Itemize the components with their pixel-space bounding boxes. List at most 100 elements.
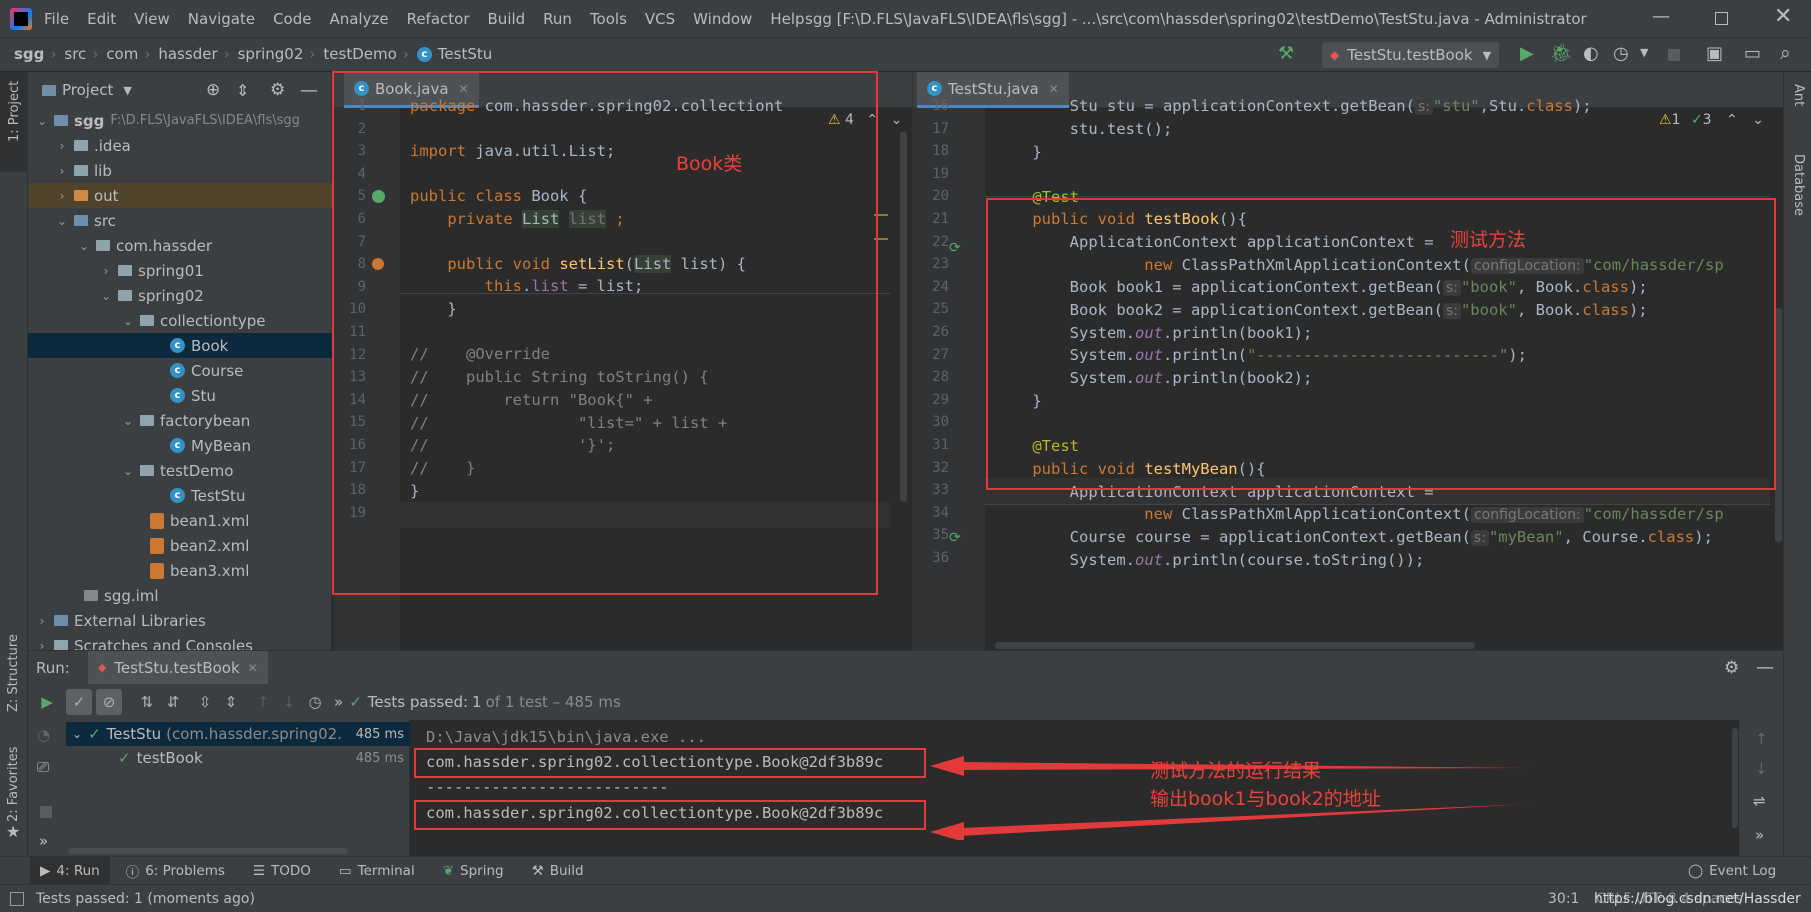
hide-icon[interactable]: —: [1756, 657, 1774, 678]
warning-indicator[interactable]: ⚠ 4 ⌃ ⌄: [828, 112, 902, 128]
coverage-icon[interactable]: ◐: [1583, 43, 1599, 64]
caret-position[interactable]: 30:1: [1548, 891, 1579, 907]
menu-help[interactable]: Help: [770, 10, 804, 28]
menu-view[interactable]: View: [134, 10, 170, 28]
tree-item-course[interactable]: c Course: [28, 358, 332, 383]
tree-item-idea[interactable]: › .idea: [28, 133, 332, 158]
stop-icon[interactable]: [40, 806, 52, 818]
close-icon[interactable]: ✕: [248, 661, 258, 675]
layout-icon[interactable]: ▭: [1744, 43, 1761, 64]
locate-icon[interactable]: ⊕: [206, 80, 220, 100]
previous-failed-icon[interactable]: ↑: [250, 689, 276, 715]
show-passed-icon[interactable]: ✓: [66, 689, 92, 715]
stop-icon[interactable]: [1668, 49, 1680, 61]
close-icon[interactable]: ✕: [1049, 82, 1059, 96]
breadcrumb-testdemo[interactable]: testDemo: [323, 45, 396, 63]
project-header-label[interactable]: Project: [62, 81, 113, 99]
show-ignored-icon[interactable]: ⊘: [96, 689, 122, 715]
tree-item-spring02[interactable]: ⌄ spring02: [28, 283, 332, 308]
debug-icon[interactable]: 🐞︎: [1550, 43, 1573, 64]
rerun-icon[interactable]: ▶: [34, 689, 60, 715]
next-failed-icon[interactable]: ↓: [276, 689, 302, 715]
more-icon[interactable]: »: [39, 832, 48, 850]
tree-item-testdemo[interactable]: ⌄ testDemo: [28, 458, 332, 483]
tree-item-bean2-xml[interactable]: bean2.xml: [28, 533, 332, 558]
menu-build[interactable]: Build: [488, 10, 526, 28]
tree-item-factorybean[interactable]: ⌄ factorybean: [28, 408, 332, 433]
close-icon[interactable]: ✕: [459, 82, 469, 96]
console-scrollbar[interactable]: [1732, 728, 1738, 828]
test-tree-item[interactable]: ✓ testBook 485 ms: [66, 746, 410, 770]
chevron-down-icon[interactable]: ▼: [123, 84, 131, 97]
project-strip-tab[interactable]: 1: Project: [0, 72, 28, 172]
scrollbar[interactable]: [900, 132, 907, 502]
tree-item-out[interactable]: › out: [28, 183, 332, 208]
menu-edit[interactable]: Edit: [87, 10, 116, 28]
bottom-tab-spring[interactable]: ❦ Spring: [443, 863, 504, 879]
favorites-strip-label[interactable]: 2: Favorites: [6, 746, 21, 822]
menu-vcs[interactable]: VCS: [645, 10, 675, 28]
soft-wrap-icon[interactable]: ⇌: [1753, 792, 1766, 810]
menu-file[interactable]: File: [44, 10, 69, 28]
run-icon[interactable]: ▶: [1520, 43, 1534, 64]
bottom-tab-run[interactable]: ▶ 4: Run: [30, 856, 110, 885]
menu-tools[interactable]: Tools: [590, 10, 627, 28]
tree-item-spring01[interactable]: › spring01: [28, 258, 332, 283]
menu-analyze[interactable]: Analyze: [329, 10, 388, 28]
tree-item-stu[interactable]: c Stu: [28, 383, 332, 408]
tree-item-lib[interactable]: › lib: [28, 158, 332, 183]
collapse-all-icon[interactable]: ⇕: [236, 81, 249, 100]
tree-item-sgg-iml[interactable]: sgg.iml: [28, 583, 332, 608]
scroll-down-icon[interactable]: ↓: [1755, 760, 1768, 778]
menu-run[interactable]: Run: [543, 10, 572, 28]
breadcrumb-spring02[interactable]: spring02: [238, 45, 304, 63]
expand-all-icon[interactable]: ⇳: [192, 689, 218, 715]
breadcrumb-teststu[interactable]: TestStu: [438, 45, 492, 63]
implements-icon[interactable]: [372, 190, 385, 203]
breadcrumb-src[interactable]: src: [64, 45, 86, 63]
camera-icon[interactable]: ⎚: [37, 758, 49, 776]
tree-item-book[interactable]: c Book: [28, 333, 332, 358]
bottom-tab-terminal[interactable]: ▭ Terminal: [339, 863, 415, 879]
search-icon[interactable]: ⌕: [1780, 42, 1791, 64]
profile-icon[interactable]: ◷: [1613, 43, 1629, 64]
gear-icon[interactable]: ⚙: [1724, 658, 1739, 678]
menu-window[interactable]: Window: [693, 10, 752, 28]
run-tab[interactable]: ◆ TestStu.testBook ✕: [87, 650, 268, 685]
more-icon[interactable]: »: [334, 693, 343, 711]
tree-scrollbar[interactable]: [68, 848, 348, 854]
breadcrumb-sgg[interactable]: sgg: [14, 45, 44, 63]
project-structure-icon[interactable]: ▣: [1706, 43, 1723, 64]
more-icon[interactable]: »: [1755, 826, 1764, 844]
inspection-indicator[interactable]: ⚠1 ✓3 ⌃ ⌄: [1659, 112, 1764, 128]
structure-strip-label[interactable]: Z: Structure: [6, 634, 21, 712]
gear-icon[interactable]: ⚙: [270, 80, 285, 100]
bottom-tab-problems[interactable]: ⓘ 6: Problems: [126, 861, 225, 881]
sort-alpha-icon[interactable]: ⇅: [134, 689, 160, 715]
history-icon[interactable]: ◷: [302, 689, 328, 715]
menu-navigate[interactable]: Navigate: [188, 10, 255, 28]
tree-item-root[interactable]: ⌄ sgg F:\D.FLS\JavaFLS\IDEA\fls\sgg: [28, 108, 332, 133]
breadcrumb-hassder[interactable]: hassder: [158, 45, 217, 63]
maximize-button[interactable]: [1715, 12, 1728, 25]
tree-item-src[interactable]: ⌄ src: [28, 208, 332, 233]
minimize-button[interactable]: —: [1652, 6, 1670, 27]
test-tree-root[interactable]: ⌄ ✓ TestStu (com.hassder.spring02.te 485 …: [66, 722, 410, 746]
status-icon[interactable]: [10, 891, 24, 906]
more-run-icon[interactable]: ▼: [1640, 46, 1648, 59]
hammer-icon[interactable]: ⚒: [1278, 43, 1294, 64]
pin-icon[interactable]: ◔: [37, 726, 50, 744]
collapse-all-icon[interactable]: ⇕: [218, 689, 244, 715]
bottom-tab-build[interactable]: ⚒ Build: [532, 863, 584, 879]
bottom-tab-todo[interactable]: ☰ TODO: [253, 863, 311, 879]
tree-item-collectiontype[interactable]: ⌄ collectiontype: [28, 308, 332, 333]
run-config-selector[interactable]: ◆ TestStu.testBook ▼: [1322, 42, 1500, 68]
event-log-button[interactable]: ◯ Event Log: [1688, 863, 1776, 879]
horizontal-scrollbar[interactable]: [995, 642, 1475, 649]
scroll-up-icon[interactable]: ↑: [1755, 730, 1768, 748]
override-icon[interactable]: [372, 258, 384, 270]
run-test-icon[interactable]: ⟳: [949, 530, 961, 546]
hide-icon[interactable]: —: [300, 80, 318, 101]
ant-strip-label[interactable]: Ant: [1791, 84, 1806, 106]
run-test-icon[interactable]: ⟳: [949, 240, 961, 256]
